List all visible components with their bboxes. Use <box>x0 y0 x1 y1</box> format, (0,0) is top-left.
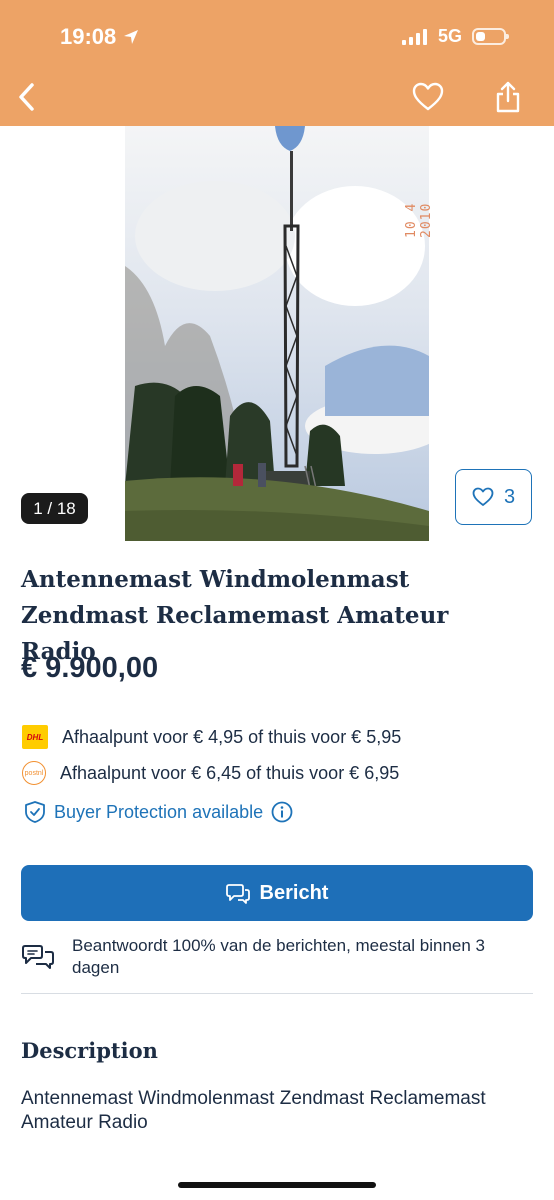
photo-date-stamp: 10 4 2010 <box>404 202 434 238</box>
share-icon <box>496 81 520 113</box>
shipping-text: Afhaalpunt voor € 6,45 of thuis voor € 6… <box>60 762 400 783</box>
postnl-logo: postnl <box>22 761 46 785</box>
heart-icon <box>472 487 494 506</box>
home-indicator[interactable] <box>178 1182 376 1188</box>
favorite-count-button[interactable]: 3 <box>455 469 532 525</box>
status-time: 19:08 <box>60 24 140 50</box>
item-photo[interactable] <box>125 126 429 541</box>
photo-counter: 1 / 18 <box>21 493 88 524</box>
status-time-text: 19:08 <box>60 24 117 49</box>
favorite-button[interactable] <box>412 82 444 112</box>
location-arrow-icon <box>124 30 139 44</box>
status-indicators: 5G <box>401 26 509 47</box>
response-icon <box>22 935 56 979</box>
share-button[interactable] <box>494 80 522 114</box>
shield-icon <box>25 801 45 823</box>
chat-bubbles-icon <box>22 945 54 969</box>
favorite-count: 3 <box>503 485 516 508</box>
shipping-text: Afhaalpunt voor € 4,95 of thuis voor € 5… <box>62 726 402 747</box>
chevron-left-icon <box>19 83 34 111</box>
response-info: Beantwoordt 100% van de berichten, meest… <box>22 935 532 979</box>
description-heading: Description <box>21 1038 158 1063</box>
back-button[interactable] <box>14 80 44 114</box>
message-button[interactable]: Bericht <box>21 865 533 921</box>
battery-icon <box>472 28 509 45</box>
top-header: 19:08 5G <box>0 0 554 126</box>
signal-icon <box>401 28 427 45</box>
antenna-mast-photo <box>125 126 429 541</box>
shipping-option-dhl: DHL Afhaalpunt voor € 4,95 of thuis voor… <box>22 725 401 749</box>
buyer-protection-label: Buyer Protection available <box>54 801 264 822</box>
dhl-logo: DHL <box>22 725 48 749</box>
chat-icon <box>225 884 250 904</box>
heart-icon <box>412 82 444 111</box>
description-text: Antennemast Windmolenmast Zendmast Recla… <box>21 1088 486 1133</box>
section-divider <box>21 993 533 994</box>
response-text: Beantwoordt 100% van de berichten, meest… <box>72 936 485 977</box>
info-icon[interactable] <box>271 801 293 823</box>
shipping-option-postnl: postnl Afhaalpunt voor € 6,45 of thuis v… <box>22 761 399 785</box>
network-type: 5G <box>437 26 462 46</box>
buyer-protection-link[interactable]: Buyer Protection available <box>24 800 293 824</box>
item-price: € 9.900,00 <box>21 652 159 684</box>
message-button-label: Bericht <box>259 881 329 904</box>
